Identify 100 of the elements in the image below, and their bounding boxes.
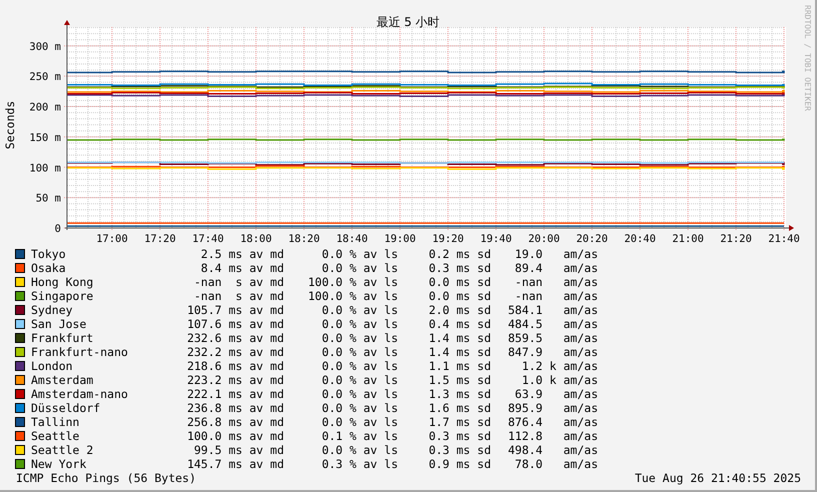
stddev-value: 2.0 ms sd bbox=[428, 303, 491, 317]
ratio-value: 1.0 k am/as bbox=[520, 373, 598, 387]
x-tick-label: 20:20 bbox=[576, 233, 608, 245]
x-tick-label: 18:20 bbox=[288, 233, 320, 245]
stddev-value: 0.9 ms sd bbox=[428, 457, 491, 471]
legend-name: Hong Kong bbox=[31, 275, 94, 289]
probe-label: ICMP Echo Pings (56 Bytes) bbox=[16, 471, 196, 485]
loss-value: 0.3 % av ls bbox=[320, 457, 398, 471]
stddev-value: 1.3 ms sd bbox=[428, 387, 491, 401]
median-value: 222.1 ms av md bbox=[186, 387, 284, 401]
x-tick-label: 17:00 bbox=[96, 233, 128, 245]
stddev-value: 1.1 ms sd bbox=[428, 359, 491, 373]
y-tick-label: 100 m bbox=[29, 162, 61, 174]
legend-name: Seattle 2 bbox=[31, 443, 94, 457]
ratio-value: 1.2 k am/as bbox=[520, 359, 598, 373]
legend-name: Tokyo bbox=[31, 247, 67, 261]
median-value: 256.8 ms av md bbox=[186, 415, 284, 429]
y-tick-label: 150 m bbox=[29, 132, 61, 144]
y-tick-label: 200 m bbox=[29, 102, 61, 114]
loss-value: 0.0 % av ls bbox=[320, 247, 398, 261]
median-value: 99.5 ms av md bbox=[192, 443, 284, 457]
loss-value: 0.0 % av ls bbox=[320, 359, 398, 373]
loss-value: 0.0 % av ls bbox=[320, 317, 398, 331]
x-tick-label: 20:40 bbox=[624, 233, 656, 245]
timestamp: Tue Aug 26 21:40:55 2025 bbox=[634, 471, 801, 485]
legend-name: Singapore bbox=[31, 289, 94, 303]
x-tick-label: 21:20 bbox=[720, 233, 752, 245]
median-value: 2.5 ms av md bbox=[200, 247, 284, 261]
median-value: -nan s av md bbox=[192, 289, 284, 303]
ratio-value: 895.9 am/as bbox=[506, 401, 598, 415]
ratio-value: 584.1 am/as bbox=[506, 303, 598, 317]
x-tick-label: 18:00 bbox=[240, 233, 272, 245]
median-value: 236.8 ms av md bbox=[186, 401, 284, 415]
loss-value: 100.0 % av ls bbox=[306, 275, 398, 289]
legend-name: Amsterdam bbox=[31, 373, 94, 387]
ratio-value: 63.9 am/as bbox=[514, 387, 598, 401]
loss-value: 0.0 % av ls bbox=[320, 331, 398, 345]
stddev-value: 1.6 ms sd bbox=[428, 401, 491, 415]
chart-title: 最近 5 小时 bbox=[376, 15, 440, 29]
x-tick-label: 19:20 bbox=[432, 233, 464, 245]
y-tick-label: 50 m bbox=[36, 192, 61, 205]
legend-name: Amsterdam-nano bbox=[31, 387, 129, 401]
y-axis-title: Seconds bbox=[3, 100, 17, 150]
loss-value: 0.0 % av ls bbox=[320, 401, 398, 415]
stddev-value: 1.4 ms sd bbox=[428, 331, 491, 345]
ratio-value: 859.5 am/as bbox=[506, 331, 598, 345]
y-tick-label: 300 m bbox=[29, 40, 61, 53]
y-tick-label: 250 m bbox=[29, 71, 61, 84]
median-value: -nan s av md bbox=[192, 275, 284, 289]
stddev-value: 0.3 ms sd bbox=[428, 429, 491, 443]
ratio-value: 89.4 am/as bbox=[514, 261, 598, 275]
ratio-value: 847.9 am/as bbox=[506, 345, 598, 359]
median-value: 223.2 ms av md bbox=[186, 373, 284, 387]
ratio-value: -nan am/as bbox=[514, 275, 598, 289]
legend-name: Düsseldorf bbox=[31, 401, 102, 415]
median-value: 107.6 ms av md bbox=[186, 317, 284, 331]
credit-text: RRDTOOL / TOBI OETIKER bbox=[803, 5, 812, 111]
loss-value: 0.0 % av ls bbox=[320, 415, 398, 429]
stddev-value: 0.4 ms sd bbox=[428, 317, 491, 331]
x-tick-label: 21:00 bbox=[672, 233, 704, 245]
ratio-value: 19.0 am/as bbox=[514, 247, 598, 261]
legend-name: New York bbox=[31, 457, 88, 471]
ratio-value: 78.0 am/as bbox=[514, 457, 598, 471]
median-value: 145.7 ms av md bbox=[186, 457, 284, 471]
legend-name: Frankfurt-nano bbox=[31, 345, 129, 359]
legend-name: San Jose bbox=[31, 317, 88, 331]
loss-value: 0.0 % av ls bbox=[320, 345, 398, 359]
stddev-value: 1.7 ms sd bbox=[428, 415, 491, 429]
stddev-value: 1.5 ms sd bbox=[428, 373, 491, 387]
median-value: 232.6 ms av md bbox=[186, 331, 284, 345]
ratio-value: -nan am/as bbox=[514, 289, 598, 303]
x-tick-label: 20:00 bbox=[528, 233, 560, 245]
loss-value: 0.0 % av ls bbox=[320, 261, 398, 275]
x-tick-label: 17:40 bbox=[192, 233, 224, 245]
loss-value: 0.1 % av ls bbox=[320, 429, 398, 443]
loss-value: 0.0 % av ls bbox=[320, 443, 398, 457]
median-value: 100.0 ms av md bbox=[186, 429, 284, 443]
stddev-value: 1.4 ms sd bbox=[428, 345, 491, 359]
ratio-value: 876.4 am/as bbox=[506, 415, 598, 429]
median-value: 8.4 ms av md bbox=[200, 261, 284, 275]
median-value: 105.7 ms av md bbox=[186, 303, 284, 317]
stddev-value: 0.0 ms sd bbox=[428, 275, 491, 289]
loss-value: 100.0 % av ls bbox=[306, 289, 398, 303]
stddev-value: 0.2 ms sd bbox=[428, 247, 491, 261]
legend-name: Tallinn bbox=[31, 415, 80, 429]
x-tick-label: 18:40 bbox=[336, 233, 368, 245]
stddev-value: 0.3 ms sd bbox=[428, 261, 491, 275]
ratio-value: 498.4 am/as bbox=[506, 443, 598, 457]
loss-value: 0.0 % av ls bbox=[320, 387, 398, 401]
stddev-value: 0.0 ms sd bbox=[428, 289, 491, 303]
median-value: 218.6 ms av md bbox=[186, 359, 284, 373]
median-value: 232.2 ms av md bbox=[186, 345, 284, 359]
y-tick-label: 0 bbox=[54, 223, 61, 235]
x-tick-label: 17:20 bbox=[144, 233, 176, 245]
stddev-value: 0.3 ms sd bbox=[428, 443, 491, 457]
loss-value: 0.0 % av ls bbox=[320, 303, 398, 317]
x-tick-label: 19:00 bbox=[384, 233, 416, 245]
loss-value: 0.0 % av ls bbox=[320, 373, 398, 387]
x-tick-label: 21:40 bbox=[768, 233, 800, 245]
legend-name: Frankfurt bbox=[31, 331, 94, 345]
